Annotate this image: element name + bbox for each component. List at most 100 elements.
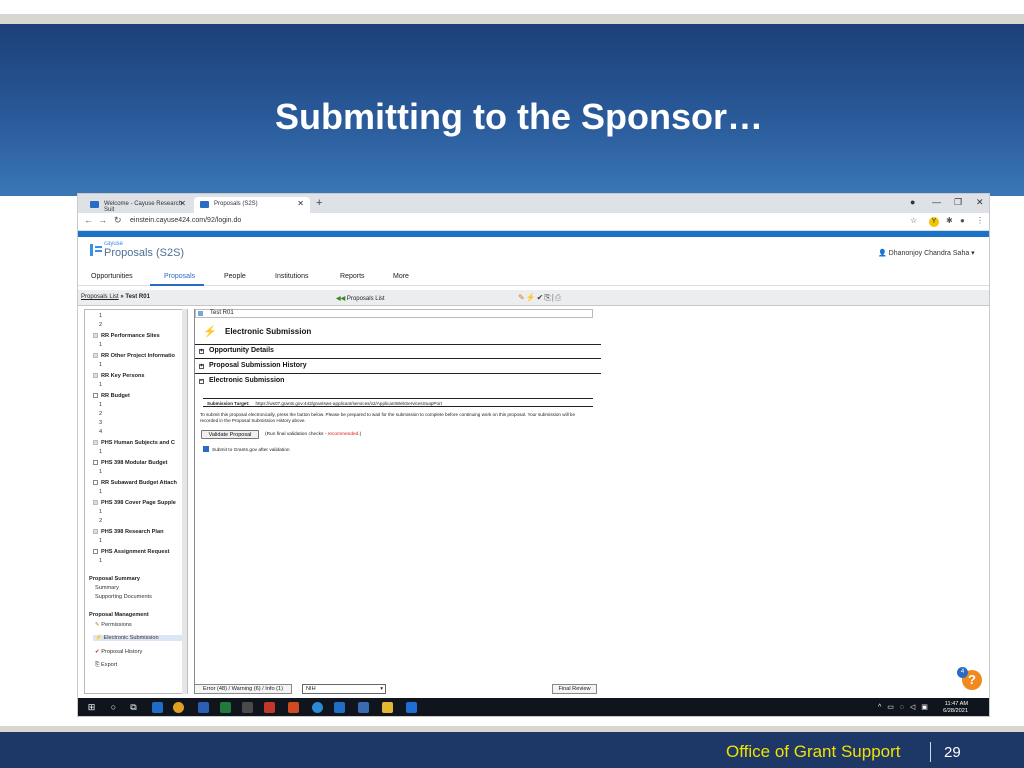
word-icon[interactable]: [198, 702, 209, 713]
powerpoint-icon[interactable]: [288, 702, 299, 713]
submission-instructions: To submit this proposal electronically, …: [200, 412, 576, 423]
close-tab-icon[interactable]: ✕: [179, 199, 186, 208]
breadcrumb-proposals-list-link[interactable]: Proposals List: [81, 294, 119, 300]
edge-icon[interactable]: [334, 702, 345, 713]
section-opportunity-details[interactable]: + Opportunity Details: [199, 347, 274, 354]
browser-tab-proposals[interactable]: Proposals (S2S) ✕: [194, 197, 310, 213]
form-item[interactable]: RR Other Project Informatio: [93, 353, 175, 359]
app-brand-row: cayuse Proposals (S2S) 👤 Dhanonjoy Chand…: [78, 237, 989, 263]
list-item[interactable]: 1: [99, 313, 102, 319]
task-view-icon[interactable]: ⧉: [128, 702, 139, 713]
list-item[interactable]: 1: [99, 489, 102, 495]
form-item[interactable]: RR Performance Sites: [93, 333, 160, 339]
electronic-submission-link[interactable]: ⚡ Electronic Submission: [93, 635, 183, 641]
proposals-list-link[interactable]: ◀◀ Proposals List: [336, 295, 385, 302]
forward-arrow-icon[interactable]: →: [98, 215, 107, 225]
form-item[interactable]: PHS 398 Cover Page Supple: [93, 500, 176, 506]
excel-icon[interactable]: [220, 702, 231, 713]
export-link[interactable]: ⎘ Export: [95, 662, 117, 669]
profile-circle-icon[interactable]: ●: [910, 197, 915, 207]
account-icon[interactable]: ●: [960, 216, 965, 225]
list-item[interactable]: 1: [99, 342, 102, 348]
section-electronic-submission[interactable]: − Electronic Submission: [199, 377, 284, 384]
copy-icon[interactable]: ⎘: [544, 293, 551, 302]
star-icon[interactable]: ☆: [910, 216, 917, 225]
supporting-documents-link[interactable]: Supporting Documents: [95, 594, 152, 600]
list-item[interactable]: 4: [99, 429, 102, 435]
list-item[interactable]: 1: [99, 382, 102, 388]
cayuse-favicon-icon: [90, 201, 99, 208]
submission-target: Submission Target: https://ws07.grants.go…: [203, 398, 593, 407]
menu-institutions[interactable]: Institutions: [275, 273, 308, 280]
menu-proposals[interactable]: Proposals: [164, 273, 195, 280]
print-icon[interactable]: ⎙: [555, 293, 562, 302]
form-item[interactable]: PHS 398 Research Plan: [93, 529, 164, 535]
list-item[interactable]: 1: [99, 538, 102, 544]
close-window-icon[interactable]: ✕: [976, 197, 984, 208]
user-menu[interactable]: 👤 Dhanonjoy Chandra Saha ▾: [878, 249, 975, 257]
minimize-icon[interactable]: —: [932, 197, 941, 207]
checkbox-icon: [93, 440, 98, 445]
reload-icon[interactable]: ↻: [114, 215, 122, 226]
checkbox-icon: [93, 393, 98, 398]
lightning-icon: ⚡: [203, 326, 217, 338]
section-submission-history[interactable]: + Proposal Submission History: [199, 362, 307, 369]
back-arrow-icon[interactable]: ←: [84, 215, 93, 225]
outlook-icon[interactable]: [358, 702, 369, 713]
search-icon[interactable]: ○: [108, 702, 119, 713]
list-item[interactable]: 3: [99, 420, 102, 426]
form-item[interactable]: PHS Assignment Request: [93, 549, 170, 555]
lightning-icon[interactable]: ⚡: [526, 293, 537, 302]
form-item[interactable]: RR Budget: [93, 393, 130, 399]
extension-y-icon[interactable]: Y: [929, 217, 939, 227]
list-item[interactable]: 1: [99, 449, 102, 455]
summary-link[interactable]: Summary: [95, 585, 119, 591]
list-item[interactable]: 1: [99, 509, 102, 515]
close-tab-icon[interactable]: ✕: [297, 199, 304, 208]
edit-pencil-icon[interactable]: ✎: [518, 293, 526, 302]
system-tray[interactable]: ^ ▭ ◌ ◁ ▣: [878, 703, 930, 711]
list-item[interactable]: 2: [99, 518, 102, 524]
form-item[interactable]: PHS 398 Modular Budget: [93, 460, 168, 466]
windows-start-icon[interactable]: ⊞: [86, 702, 97, 713]
submit-after-validation-checkbox[interactable]: Submit to Grants.gov after validation: [203, 446, 290, 453]
active-menu-underline: [150, 284, 204, 286]
menu-dots-icon[interactable]: ⋮: [976, 216, 984, 225]
agency-select[interactable]: NIH: [302, 684, 386, 694]
dropbox-icon[interactable]: [406, 702, 417, 713]
permissions-link[interactable]: ✎ Permissions: [95, 622, 132, 628]
edge-icon[interactable]: [152, 702, 163, 713]
form-item[interactable]: PHS Human Subjects and C: [93, 440, 175, 446]
acrobat-icon[interactable]: [264, 702, 275, 713]
new-tab-icon[interactable]: +: [316, 197, 322, 209]
menu-reports[interactable]: Reports: [340, 273, 365, 280]
validate-proposal-button[interactable]: Validate Proposal: [201, 430, 259, 439]
list-item[interactable]: 1: [99, 362, 102, 368]
error-warning-info-button[interactable]: Error (48) / Warning (6) / Info (1): [194, 684, 292, 694]
final-review-button[interactable]: Final Review: [552, 684, 597, 694]
browser-tab-welcome[interactable]: Welcome - Cayuse Research Suit ✕: [84, 197, 192, 213]
proposal-history-link[interactable]: ✔ Proposal History: [95, 649, 142, 655]
url-field[interactable]: einstein.cayuse424.com/92/login.do: [130, 217, 241, 224]
menu-opportunities[interactable]: Opportunities: [91, 273, 133, 280]
menu-more[interactable]: More: [393, 273, 409, 280]
checkbox-icon: [93, 549, 98, 554]
list-item[interactable]: 2: [99, 322, 102, 328]
browser-icon[interactable]: [312, 702, 323, 713]
taskbar-clock[interactable]: 11:47 AM 6/28/2021: [936, 701, 968, 715]
list-item[interactable]: 1: [99, 402, 102, 408]
list-item[interactable]: 1: [99, 469, 102, 475]
restore-icon[interactable]: ❐: [954, 197, 962, 208]
sidebar-scrollbar[interactable]: [182, 309, 188, 694]
list-item[interactable]: 2: [99, 411, 102, 417]
form-item[interactable]: RR Key Persons: [93, 373, 145, 379]
file-explorer-icon[interactable]: [382, 702, 393, 713]
menu-people[interactable]: People: [224, 273, 246, 280]
list-item[interactable]: 1: [99, 558, 102, 564]
app-icon[interactable]: [242, 702, 253, 713]
form-item[interactable]: RR Subaward Budget Attach: [93, 480, 177, 486]
expand-icon: +: [199, 363, 204, 369]
lightning-icon: ⚡: [95, 635, 102, 641]
chrome-icon[interactable]: [173, 702, 184, 713]
puzzle-icon[interactable]: ✱: [946, 216, 953, 225]
